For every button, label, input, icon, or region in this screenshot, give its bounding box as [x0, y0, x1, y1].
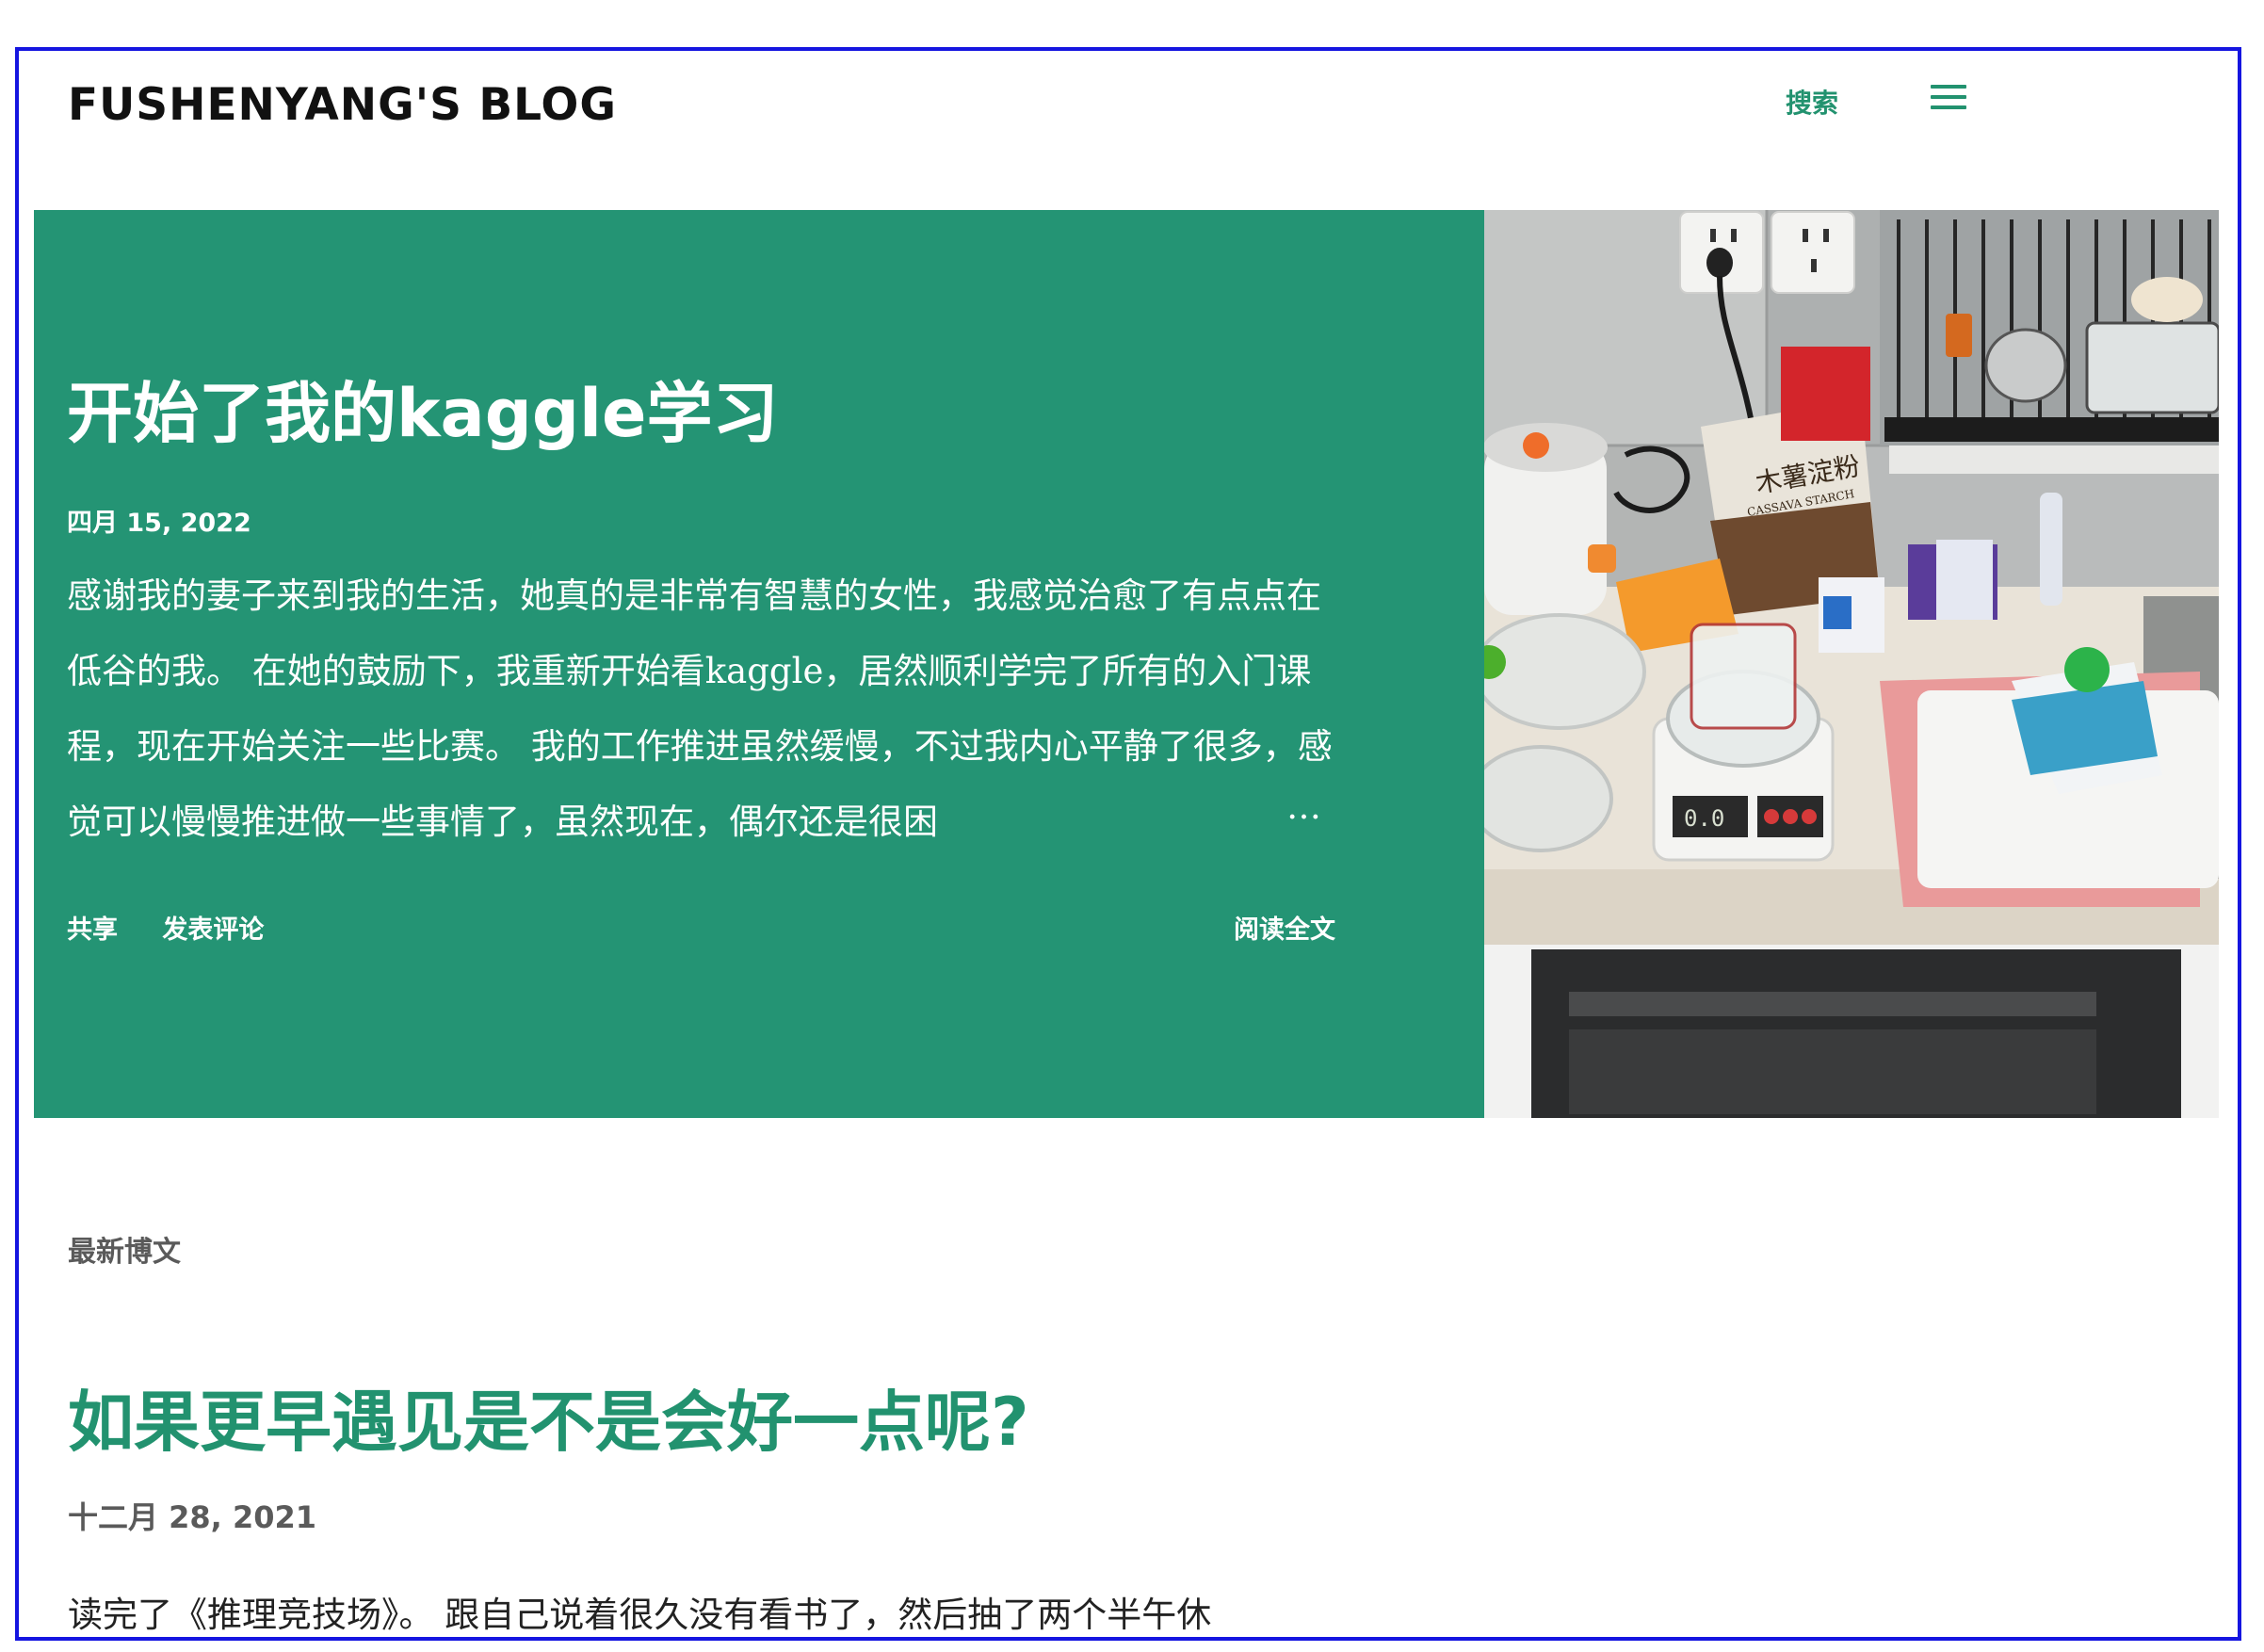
post-comment-button[interactable]: 发表评论 [162, 915, 264, 945]
page-frame: FUSHENYANG'S BLOG 搜索 开始了我的kaggle学习 四月 15… [15, 47, 2241, 1641]
snippet-ellipsis: … [1286, 786, 1321, 827]
site-title[interactable]: FUSHENYANG'S BLOG [68, 79, 617, 131]
latest-post-title[interactable]: 如果更早遇见是不是会好一点呢? [68, 1369, 1029, 1465]
featured-post: 开始了我的kaggle学习 四月 15, 2022 感谢我的妻子来到我的生活，她… [34, 210, 2219, 1118]
latest-post-snippet: 读完了《推理竞技场》。 跟自己说着很久没有看书了，然后抽了两个半午休 [68, 1595, 1212, 1635]
featured-post-panel: 开始了我的kaggle学习 四月 15, 2022 感谢我的妻子来到我的生活，她… [34, 210, 1484, 1118]
featured-post-date[interactable]: 四月 15, 2022 [67, 502, 251, 539]
site-header: FUSHENYANG'S BLOG 搜索 [19, 51, 2238, 211]
featured-post-snippet: 感谢我的妻子来到我的生活，她真的是非常有智慧的女性，我感觉治愈了有点点在低谷的我… [67, 575, 1333, 842]
share-button[interactable]: 共享 [67, 915, 118, 945]
hamburger-menu-icon[interactable] [1931, 85, 1968, 113]
scale-reading-text: 0.0 [1684, 805, 1724, 832]
latest-posts-label: 最新博文 [68, 1236, 181, 1269]
read-more-link[interactable]: 阅读全文 [1234, 909, 1335, 946]
featured-post-image[interactable]: 木薯淀粉 CASSAVA STARCH 0.0 [1484, 210, 2219, 1118]
latest-post-date[interactable]: 十二月 28, 2021 [68, 1494, 316, 1537]
featured-post-title[interactable]: 开始了我的kaggle学习 [67, 361, 778, 456]
search-link[interactable]: 搜索 [1786, 83, 1838, 121]
featured-post-actions: 共享 发表评论 [67, 909, 299, 946]
